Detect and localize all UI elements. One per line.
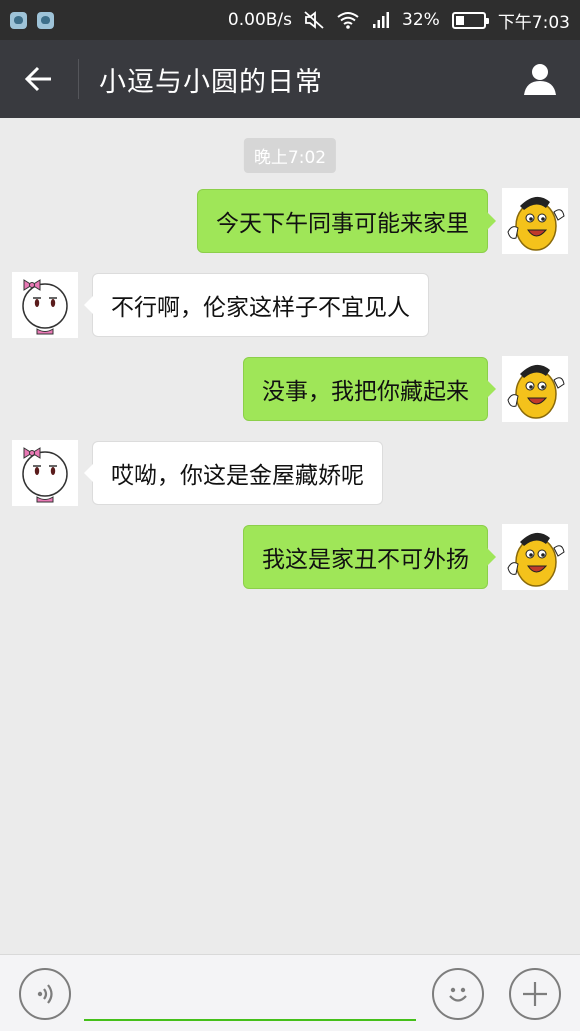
notification-icons xyxy=(10,11,54,29)
sent-message-bubble[interactable]: 没事，我把你藏起来 xyxy=(243,357,496,421)
message-row: 哎呦，你这是金屋藏娇呢 xyxy=(12,440,383,506)
message-row: 没事，我把你藏起来 xyxy=(243,356,568,422)
round-girl-avatar-icon xyxy=(22,447,68,503)
app-notification-icon xyxy=(10,11,27,29)
mute-icon xyxy=(304,11,324,29)
status-indicators: 0.00B/s 32% 下午7:03 xyxy=(228,8,570,33)
message-input[interactable] xyxy=(84,973,416,1021)
chat-notification-icon xyxy=(37,11,54,29)
round-girl-avatar-icon xyxy=(22,279,68,335)
battery-icon xyxy=(451,11,489,29)
avatar[interactable] xyxy=(12,440,78,506)
received-message-bubble[interactable]: 不行啊，伦家这样子不宜见人 xyxy=(84,273,429,337)
title-bar: 小逗与小圆的日常 xyxy=(0,40,580,118)
plus-icon xyxy=(523,982,547,1006)
sent-message-bubble[interactable]: 今天下午同事可能来家里 xyxy=(197,189,496,253)
bean-character-avatar-icon xyxy=(507,364,565,419)
signal-icon xyxy=(373,12,390,28)
bean-character-avatar-icon xyxy=(507,196,565,251)
battery-percent: 32% xyxy=(402,10,440,30)
more-actions-button[interactable] xyxy=(509,968,561,1020)
person-icon xyxy=(524,64,556,95)
title-divider xyxy=(78,59,79,99)
avatar[interactable] xyxy=(12,272,78,338)
input-bar xyxy=(0,954,580,1031)
wifi-icon xyxy=(337,12,359,29)
clock: 下午7:03 xyxy=(497,12,570,33)
voice-mode-button[interactable] xyxy=(19,968,71,1020)
message-timestamp: 晚上7:02 xyxy=(243,138,337,173)
received-message-bubble[interactable]: 哎呦，你这是金屋藏娇呢 xyxy=(84,441,383,505)
sent-message-bubble[interactable]: 我这是家丑不可外扬 xyxy=(243,525,496,589)
avatar[interactable] xyxy=(502,188,568,254)
emoji-button[interactable] xyxy=(432,968,484,1020)
message-list[interactable]: 晚上7:02 今天下午同事可能来家里 不行啊，伦家这样子不宜见人 没事，我把你藏… xyxy=(0,118,580,954)
avatar[interactable] xyxy=(502,356,568,422)
chat-title: 小逗与小圆的日常 xyxy=(99,66,323,98)
message-row: 不行啊，伦家这样子不宜见人 xyxy=(12,272,429,338)
status-bar: 0.00B/s 32% 下午7:03 xyxy=(0,0,580,40)
message-row: 今天下午同事可能来家里 xyxy=(197,188,568,254)
battery-level xyxy=(455,15,464,25)
bean-character-avatar-icon xyxy=(507,532,565,587)
emoji-icon xyxy=(449,987,467,1002)
chat-info-button[interactable] xyxy=(500,40,580,118)
message-row: 我这是家丑不可外扬 xyxy=(243,524,568,590)
arrow-left-icon xyxy=(24,66,51,92)
back-button[interactable] xyxy=(0,40,78,118)
voice-icon xyxy=(37,984,53,1004)
network-speed: 0.00B/s xyxy=(227,10,293,30)
avatar[interactable] xyxy=(502,524,568,590)
